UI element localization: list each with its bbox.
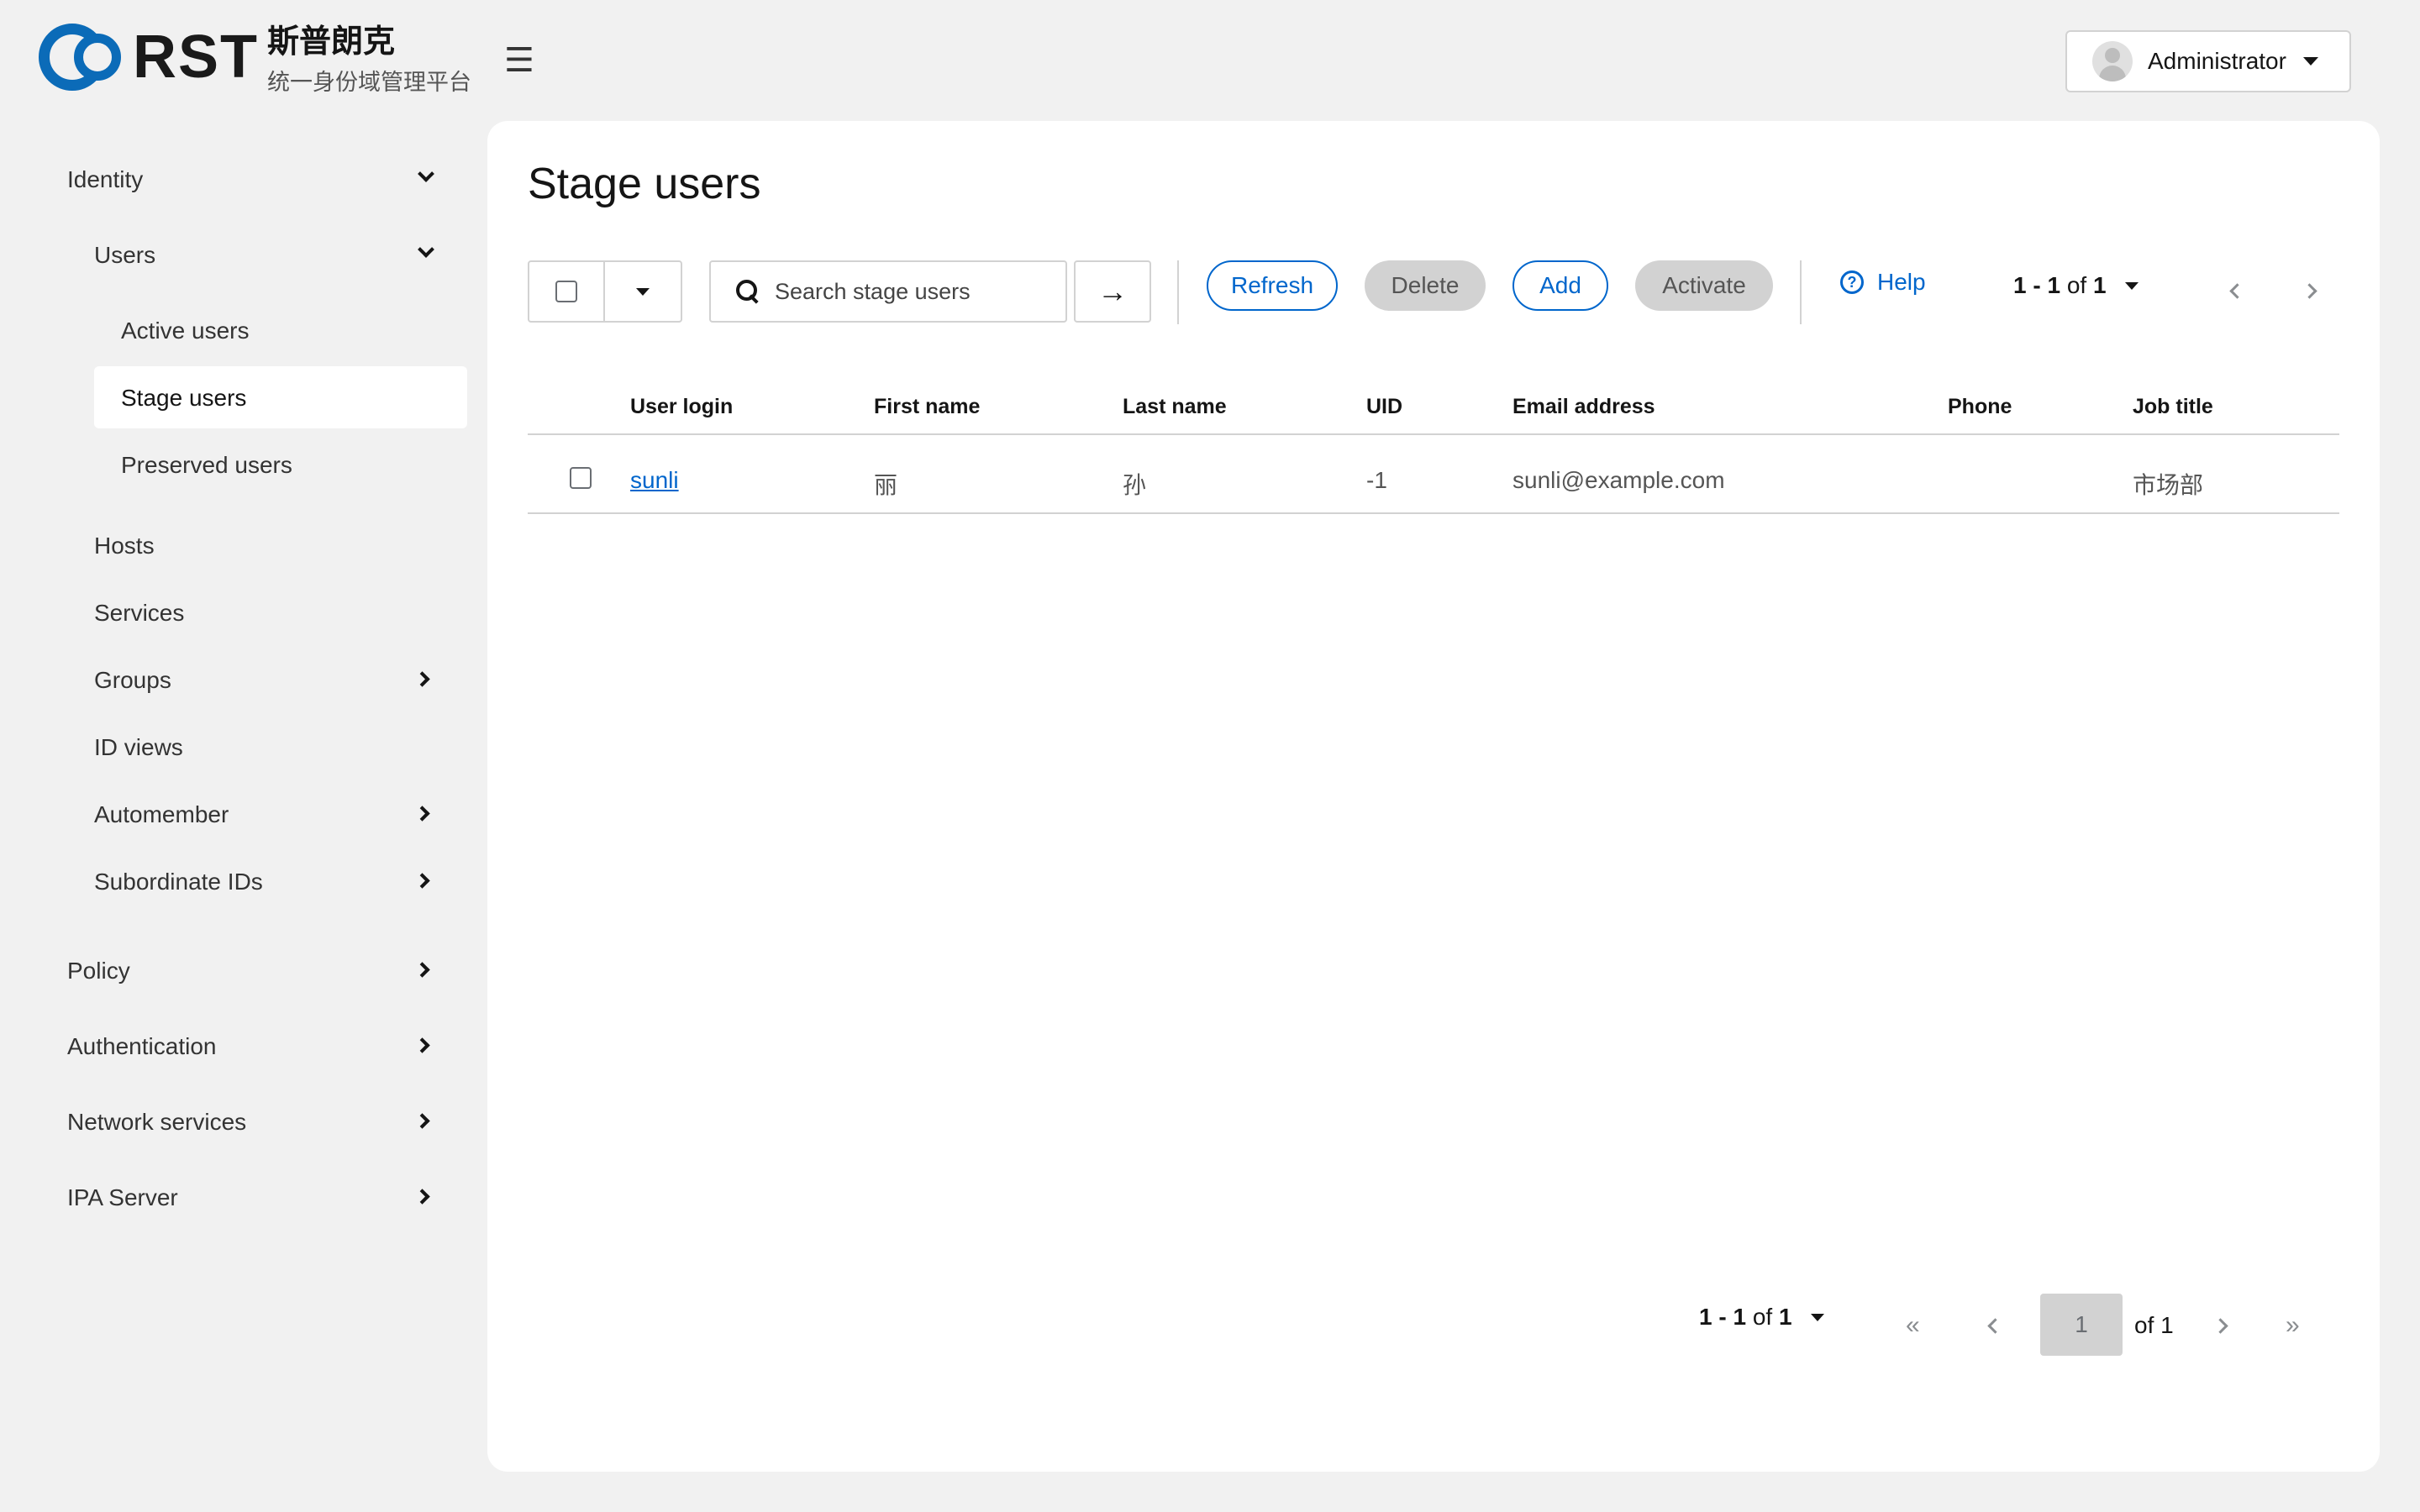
nav-policy[interactable]: Policy xyxy=(67,954,130,988)
last-name-cell: 孙 xyxy=(1123,472,1147,498)
range-sep: - xyxy=(2026,272,2048,298)
range-total: 1 xyxy=(1778,1304,1792,1330)
chevron-right-icon[interactable] xyxy=(414,962,430,978)
question-circle-icon: ? xyxy=(1840,270,1864,294)
column-header-email[interactable]: Email address xyxy=(1512,395,1655,419)
email-cell: sunli@example.com xyxy=(1512,467,1725,493)
job-title-cell: 市场部 xyxy=(2133,472,2204,498)
pagination-toggle-top[interactable]: 1 - 1 of 1 xyxy=(2013,269,2139,302)
range-end: 1 xyxy=(2047,272,2061,298)
last-page-icon[interactable]: » xyxy=(2286,1309,2300,1342)
caret-down-icon xyxy=(2124,281,2139,290)
caret-down-icon xyxy=(636,287,650,296)
chevron-right-icon[interactable] xyxy=(414,806,430,822)
range-total: 1 xyxy=(2092,272,2107,298)
next-page-icon[interactable] xyxy=(2302,283,2317,299)
search-input[interactable] xyxy=(775,278,1052,305)
page-number-input[interactable]: 1 xyxy=(2040,1294,2123,1356)
next-page-icon[interactable] xyxy=(2212,1318,2228,1334)
column-header-first-name[interactable]: First name xyxy=(874,395,980,419)
previous-page-icon[interactable] xyxy=(2229,283,2245,299)
help-label: Help xyxy=(1877,269,1926,295)
nav-network-services[interactable]: Network services xyxy=(67,1105,246,1139)
bulk-select-checkbox[interactable] xyxy=(529,262,605,321)
nav-users[interactable]: Users xyxy=(94,239,155,272)
toolbar-divider xyxy=(1800,260,1802,324)
row-checkbox[interactable] xyxy=(570,467,592,489)
range-start: 1 xyxy=(1699,1304,1712,1330)
user-name: Administrator xyxy=(2148,48,2286,74)
range-start: 1 xyxy=(2013,272,2027,298)
caret-down-icon xyxy=(2302,57,2318,66)
user-login-link[interactable]: sunli xyxy=(630,467,679,494)
nav-groups[interactable]: Groups xyxy=(94,664,171,697)
chevron-right-icon[interactable] xyxy=(414,873,430,889)
nav-hosts[interactable]: Hosts xyxy=(94,529,155,563)
search-icon xyxy=(736,280,760,303)
chevron-right-icon[interactable] xyxy=(414,671,430,687)
range-of: of xyxy=(2060,272,2093,298)
arrow-right-icon: → xyxy=(1097,274,1128,308)
activate-button[interactable]: Activate xyxy=(1635,260,1773,311)
brand-block: 斯普朗克 统一身份域管理平台 xyxy=(267,22,471,99)
first-page-icon[interactable]: « xyxy=(1906,1309,1920,1342)
chevron-down-icon[interactable] xyxy=(418,241,434,258)
brand-subtitle: 统一身份域管理平台 xyxy=(267,70,471,95)
logo-text: RST xyxy=(133,24,259,91)
chevron-down-icon[interactable] xyxy=(418,165,434,182)
nav-subordinate-ids[interactable]: Subordinate IDs xyxy=(94,865,263,899)
nav-authentication[interactable]: Authentication xyxy=(67,1030,216,1063)
chevron-right-icon[interactable] xyxy=(414,1189,430,1205)
table-header: User login First name Last name UID Emai… xyxy=(528,388,2339,435)
user-dropdown[interactable]: Administrator xyxy=(2065,30,2351,92)
nav-identity[interactable]: Identity xyxy=(67,163,143,197)
column-header-user-login[interactable]: User login xyxy=(630,395,733,419)
page-title: Stage users xyxy=(528,160,761,208)
range-end: 1 xyxy=(1733,1304,1747,1330)
nav-services[interactable]: Services xyxy=(94,596,184,630)
nav-automember[interactable]: Automember xyxy=(94,798,229,832)
table-row: sunli 丽 孙 -1 sunli@example.com 市场部 xyxy=(528,454,2339,514)
nav-preserved-users[interactable]: Preserved users xyxy=(121,449,292,482)
nav-id-views[interactable]: ID views xyxy=(94,731,183,764)
column-header-phone[interactable]: Phone xyxy=(1948,395,2012,419)
page-of-total: of 1 xyxy=(2134,1312,2174,1338)
nav-stage-users[interactable]: Stage users xyxy=(121,381,246,415)
range-of: of xyxy=(1746,1304,1779,1330)
add-button[interactable]: Add xyxy=(1512,260,1608,311)
help-link[interactable]: ? Help xyxy=(1840,269,1926,296)
toolbar-divider xyxy=(1177,260,1179,324)
chevron-right-icon[interactable] xyxy=(414,1113,430,1129)
previous-page-icon[interactable] xyxy=(1987,1318,2003,1334)
logo-mark-icon xyxy=(39,22,129,92)
main-content: Stage users → Refresh Delete Add Activat… xyxy=(487,121,2380,1472)
caret-down-icon xyxy=(1810,1313,1824,1321)
column-header-job-title[interactable]: Job title xyxy=(2133,395,2213,419)
search-box[interactable] xyxy=(709,260,1067,323)
bulk-select[interactable] xyxy=(528,260,682,323)
hamburger-icon[interactable]: ☰ xyxy=(504,40,534,81)
checkbox-icon xyxy=(555,281,577,302)
refresh-button[interactable]: Refresh xyxy=(1207,260,1338,311)
pagination-toggle-bottom[interactable]: 1 - 1 of 1 xyxy=(1699,1300,1824,1334)
chevron-right-icon[interactable] xyxy=(414,1037,430,1053)
delete-button[interactable]: Delete xyxy=(1365,260,1486,311)
nav-active-users[interactable]: Active users xyxy=(121,314,250,348)
column-header-last-name[interactable]: Last name xyxy=(1123,395,1227,419)
brand-name: 斯普朗克 xyxy=(267,24,396,60)
search-submit-button[interactable]: → xyxy=(1074,260,1151,323)
masthead: RST 斯普朗克 统一身份域管理平台 ☰ Administrator xyxy=(0,0,2420,121)
avatar-icon xyxy=(2092,41,2133,81)
uid-cell: -1 xyxy=(1366,467,1387,493)
bulk-select-toggle[interactable] xyxy=(605,262,681,321)
nav-ipa-server[interactable]: IPA Server xyxy=(67,1181,178,1215)
first-name-cell: 丽 xyxy=(874,472,898,498)
range-sep: - xyxy=(1712,1304,1733,1330)
column-header-uid[interactable]: UID xyxy=(1366,395,1402,419)
logo: RST xyxy=(39,22,259,92)
